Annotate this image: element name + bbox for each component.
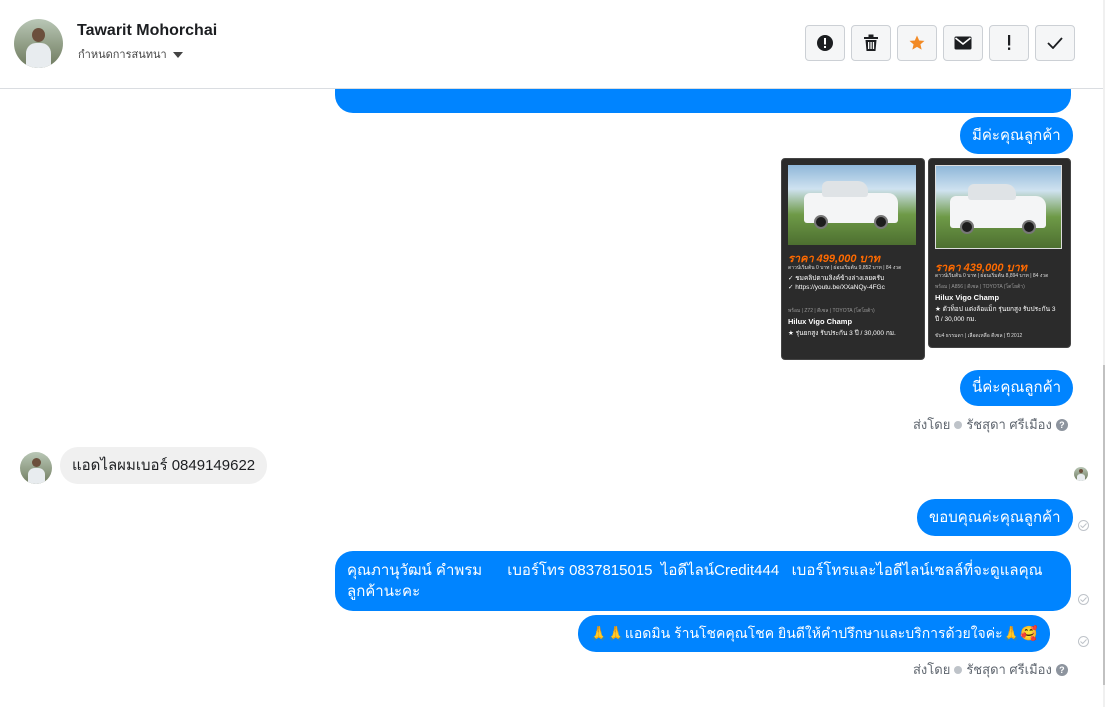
car-model: Hilux Vigo Champ	[788, 317, 853, 326]
delivered-check-icon	[1078, 594, 1089, 605]
sent-by-label: ส่งโดย รัชสุดา ศรีเมือง ?	[913, 659, 1068, 680]
message-bubble-incoming[interactable]: แอดไลผมเบอร์ 0849149622	[60, 447, 268, 484]
car-listing-image[interactable]: ราคา 499,000 บาท ดาวน์เริ่มต้น 0 บาท | ผ…	[781, 158, 925, 360]
message-text: 🙏🙏แอดมิน ร้านโชคคุณโชค ยินดีให้คำปรึกษาแ…	[590, 625, 1038, 641]
message-text: คุณภานุวัฒน์ คำพรม เบอร์โทร 0837815015 ไ…	[347, 562, 1043, 579]
car-link: ✓ https://youtu.be/XXaNQy-4FGc	[788, 284, 885, 291]
message-bubble-outgoing[interactable]: คุณภานุวัฒน์ คำพรม เบอร์โทร 0837815015 ไ…	[335, 551, 1071, 611]
alert-circle-icon	[817, 35, 833, 51]
car-detail: ดาวน์เริ่มต้น 0 บาท | ผ่อนเริ่มต้น 8,894…	[935, 273, 1049, 279]
mark-unread-button[interactable]	[943, 25, 983, 61]
check-icon	[1047, 37, 1063, 49]
sender-name[interactable]: รัชสุดา ศรีเมือง	[966, 659, 1052, 680]
sent-by-label: ส่งโดย รัชสุดา ศรีเมือง ?	[913, 414, 1068, 435]
car-tags: พร้อม | Z72 | ดีเซล | TOYOTA (โตโยต้า)	[788, 308, 875, 314]
message-bubble-outgoing[interactable]: ขอบคุณค่ะคุณลูกค้า	[917, 499, 1073, 536]
help-icon[interactable]: ?	[1055, 663, 1068, 676]
exclamation-icon	[1008, 35, 1011, 50]
message-bubble-outgoing[interactable]: มีค่ะคุณลูกค้า	[960, 117, 1073, 154]
sent-by-prefix: ส่งโดย	[913, 662, 951, 677]
car-footer: ขับ4 ธรรมดา | เลือดเหลือ ดีเซล | ปี 2012	[935, 333, 1023, 339]
message-bubble-outgoing[interactable]: 🙏🙏แอดมิน ร้านโชคคุณโชค ยินดีให้คำปรึกษาแ…	[578, 615, 1050, 652]
car-detail: ดาวน์เริ่มต้น 0 บาท | ผ่อนเริ่มต้น 9,852…	[788, 265, 902, 271]
spam-button[interactable]	[805, 25, 845, 61]
trash-icon	[864, 34, 878, 51]
message-text: มีค่ะคุณลูกค้า	[972, 127, 1061, 144]
car-detail: ✓ ชมคลิปตามลิงค์ข้างล่างเลยครับ	[788, 275, 885, 282]
conversation-options[interactable]: กำหนดการสนทนา	[78, 45, 183, 63]
follow-up-button[interactable]	[989, 25, 1029, 61]
car-model: Hilux Vigo Champ	[935, 293, 1000, 302]
message-text: นี่ค่ะคุณลูกค้า	[972, 379, 1062, 396]
caret-down-icon	[172, 51, 183, 58]
message-text: ขอบคุณค่ะคุณลูกค้า	[929, 509, 1061, 526]
conversation-toolbar	[805, 25, 1075, 61]
message-bubble-outgoing[interactable]: นี่ค่ะคุณลูกค้า	[960, 370, 1074, 406]
car-description: ★ ตัวท็อป แต่งล้อแม็ก รุ่นยกสูง รับประกั…	[935, 306, 1056, 323]
delivered-check-icon	[1078, 636, 1089, 647]
sender-name[interactable]: รัชสุดา ศรีเมือง	[966, 414, 1052, 435]
star-button[interactable]	[897, 25, 937, 61]
conversation-options-label: กำหนดการสนทนา	[78, 49, 167, 61]
car-photo	[788, 165, 916, 245]
sender-avatar[interactable]	[20, 452, 52, 484]
contact-name[interactable]: Tawarit Mohorchai	[77, 22, 217, 40]
car-description: ★ รุ่นยกสูง รับประกัน 3 ปี / 30,000 กม.	[788, 330, 896, 337]
delivered-check-icon	[1078, 520, 1089, 531]
envelope-icon	[954, 36, 972, 50]
star-icon	[909, 35, 925, 50]
sent-by-prefix: ส่งโดย	[913, 417, 951, 432]
page-icon	[954, 665, 963, 674]
help-icon[interactable]: ?	[1055, 418, 1068, 431]
car-tags: พร้อม | A856 | ดีเซล | TOYOTA (โตโยต้า)	[935, 284, 1025, 290]
message-bubble-outgoing[interactable]: คะ	[335, 89, 1071, 113]
message-text: แอดไลผมเบอร์ 0849149622	[72, 457, 256, 474]
message-text: ลูกค้านะคะ	[347, 583, 421, 600]
message-list[interactable]: คะ มีค่ะคุณลูกค้า ราคา 499,000 บาท ดาวน์…	[0, 89, 1103, 707]
car-listing-image[interactable]: ราคา 439,000 บาท ดาวน์เริ่มต้น 0 บาท | ผ…	[928, 158, 1071, 348]
car-photo	[935, 165, 1062, 249]
contact-avatar[interactable]	[14, 19, 63, 68]
page-icon	[954, 420, 963, 429]
read-receipt-avatar	[1074, 467, 1088, 481]
delete-button[interactable]	[851, 25, 891, 61]
conversation-header: Tawarit Mohorchai กำหนดการสนทนา	[0, 0, 1104, 89]
done-button[interactable]	[1035, 25, 1075, 61]
